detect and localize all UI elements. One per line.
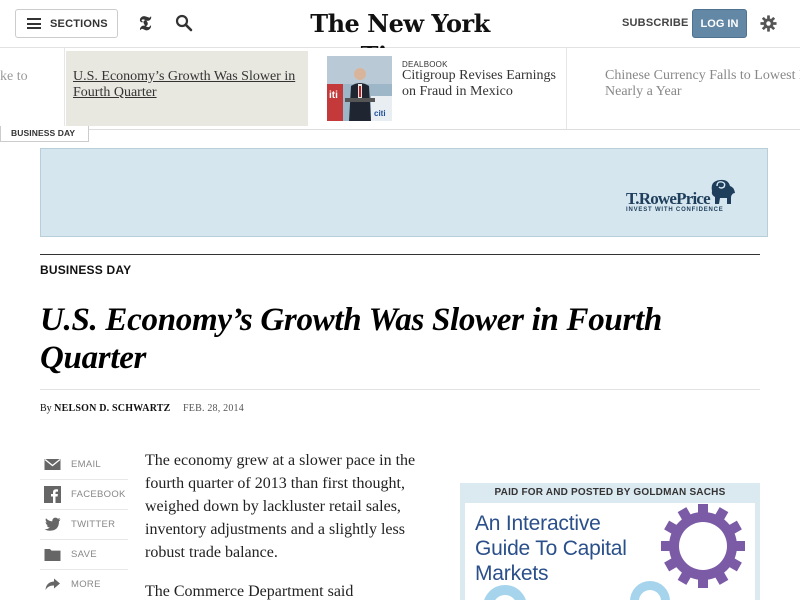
nyt-t-logo-icon[interactable]: 𝕿 xyxy=(135,10,155,36)
story-ribbon: ke to U.S. Economy’s Growth Was Slower i… xyxy=(0,48,800,130)
masthead-logo[interactable]: The New York Times xyxy=(290,8,510,70)
folder-icon xyxy=(44,549,61,561)
svg-text:iti: iti xyxy=(329,90,338,101)
ribbon-item-previous[interactable]: ke to xyxy=(0,48,65,129)
article-title: U.S. Economy’s Growth Was Slower in Four… xyxy=(40,302,662,376)
share-email-label: EMAIL xyxy=(71,459,102,470)
header-rule xyxy=(40,254,760,255)
top-bar: SECTIONS 𝕿 The New York Times SUBSCRIBE … xyxy=(0,0,800,70)
share-twitter-label: TWITTER xyxy=(71,519,116,530)
svg-text:citi: citi xyxy=(374,109,386,118)
hamburger-icon xyxy=(27,18,41,29)
share-twitter-button[interactable]: TWITTER xyxy=(40,510,128,540)
gear-icon[interactable] xyxy=(760,15,777,32)
share-tools: EMAIL FACEBOOK TWITTER SAVE MORE xyxy=(40,450,128,600)
sponsor-label: PAID FOR AND POSTED BY GOLDMAN SACHS xyxy=(494,487,726,498)
ribbon-item-dealbook[interactable]: citi iti DEALBOOK Citigroup Revises Earn… xyxy=(318,48,567,129)
ad-banner[interactable]: T.RowePrice INVEST WITH CONFIDENCE xyxy=(40,148,768,237)
share-save-label: SAVE xyxy=(71,549,97,560)
t-rowe-price-logo: T.RowePrice INVEST WITH CONFIDENCE xyxy=(626,177,741,217)
twitter-icon xyxy=(44,517,61,531)
share-arrow-icon xyxy=(45,578,60,590)
section-tab[interactable]: BUSINESS DAY xyxy=(0,126,89,142)
ribbon-item-current[interactable]: U.S. Economy’s Growth Was Slower in Four… xyxy=(66,51,308,126)
ribbon-thumbnail-image: citi iti xyxy=(327,56,392,121)
ribbon-item-next[interactable]: Chinese Currency Falls to Lowest L in Ne… xyxy=(567,48,800,129)
ribbon-headline: ke to xyxy=(0,69,28,84)
author-link[interactable]: NELSON D. SCHWARTZ xyxy=(54,403,170,414)
search-icon[interactable] xyxy=(175,14,193,32)
sections-label: SECTIONS xyxy=(50,17,108,30)
share-facebook-label: FACEBOOK xyxy=(71,489,126,500)
sponsored-ad-title: An Interactive Guide To Capital Markets xyxy=(475,512,627,585)
ad-brand: T.RowePrice xyxy=(626,189,711,208)
ribbon-headline: U.S. Economy’s Growth Was Slower in Four… xyxy=(73,69,296,100)
article-body: The economy grew at a slower pace in the… xyxy=(145,449,430,600)
publish-date: FEB. 28, 2014 xyxy=(183,403,244,414)
ad-tagline: INVEST WITH CONFIDENCE xyxy=(626,207,724,213)
sponsored-ad-content[interactable]: An Interactive Guide To Capital Markets xyxy=(465,503,755,600)
share-more-label: MORE xyxy=(71,579,101,590)
byline: By NELSON D. SCHWARTZ FEB. 28, 2014 xyxy=(40,403,244,414)
facebook-icon xyxy=(44,486,61,503)
share-more-button[interactable]: MORE xyxy=(40,570,128,600)
sponsored-ad[interactable]: PAID FOR AND POSTED BY GOLDMAN SACHS An … xyxy=(460,483,760,600)
sections-button[interactable]: SECTIONS xyxy=(15,9,118,38)
share-facebook-button[interactable]: FACEBOOK xyxy=(40,480,128,510)
subscribe-link[interactable]: SUBSCRIBE xyxy=(622,17,689,29)
title-rule xyxy=(40,389,760,390)
article-kicker[interactable]: BUSINESS DAY xyxy=(40,263,131,277)
email-icon xyxy=(44,458,61,470)
article-paragraph: The Commerce Department said xyxy=(145,583,354,600)
share-email-button[interactable]: EMAIL xyxy=(40,450,128,480)
article-paragraph: The economy grew at a slower pace in the… xyxy=(145,452,416,561)
ribbon-headline: Chinese Currency Falls to Lowest L in Ne… xyxy=(605,68,800,99)
ram-icon xyxy=(711,179,735,204)
share-save-button[interactable]: SAVE xyxy=(40,540,128,570)
ribbon-headline: Citigroup Revises Earnings on Fraud in M… xyxy=(402,68,556,99)
byline-by: By xyxy=(40,403,52,414)
login-button[interactable]: LOG IN xyxy=(692,9,747,38)
